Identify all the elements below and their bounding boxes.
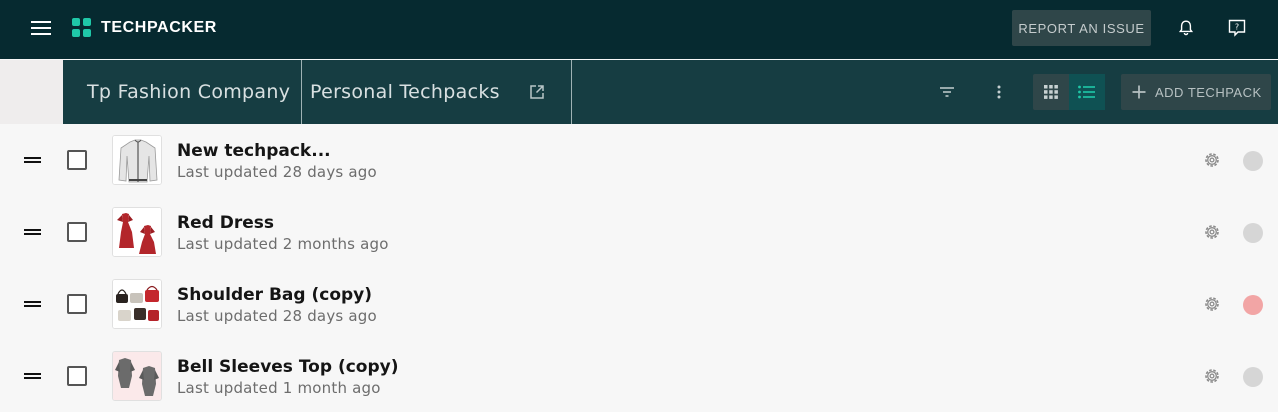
techpack-row[interactable]: Red Dress Last updated 2 months ago	[0, 196, 1278, 268]
plus-icon	[1131, 84, 1147, 100]
list-view-icon[interactable]	[1069, 74, 1105, 110]
breadcrumb-company[interactable]: Tp Fashion Company	[87, 60, 290, 124]
subbar-corner	[0, 60, 63, 124]
help-feedback-icon[interactable]: ?	[1227, 18, 1247, 38]
drag-handle-icon[interactable]	[24, 301, 41, 307]
breadcrumb-end-divider	[571, 60, 572, 124]
settings-gear-icon[interactable]	[1202, 222, 1222, 242]
techpack-row[interactable]: Shoulder Bag (copy) Last updated 28 days…	[0, 268, 1278, 340]
techpack-updated: Last updated 28 days ago	[177, 307, 377, 325]
more-options-icon[interactable]	[989, 82, 1009, 102]
breadcrumb-section[interactable]: Personal Techpacks	[310, 60, 500, 124]
jacket-thumbnail[interactable]	[112, 135, 162, 185]
techpack-title[interactable]: Shoulder Bag (copy)	[177, 285, 372, 305]
bag-thumbnail[interactable]	[112, 279, 162, 329]
status-indicator[interactable]	[1243, 151, 1263, 171]
brand-logo[interactable]: TECHPACKER	[72, 17, 217, 39]
row-checkbox[interactable]	[67, 366, 87, 386]
breadcrumb-divider	[301, 60, 302, 124]
techpack-row[interactable]: Bell Sleeves Top (copy) Last updated 1 m…	[0, 340, 1278, 412]
drag-handle-icon[interactable]	[24, 157, 41, 163]
row-checkbox[interactable]	[67, 222, 87, 242]
status-indicator[interactable]	[1243, 295, 1263, 315]
techpack-row[interactable]: New techpack... Last updated 28 days ago	[0, 124, 1278, 196]
settings-gear-icon[interactable]	[1202, 150, 1222, 170]
techpack-title[interactable]: Red Dress	[177, 213, 274, 233]
grid-view-icon[interactable]	[1033, 74, 1069, 110]
settings-gear-icon[interactable]	[1202, 294, 1222, 314]
settings-gear-icon[interactable]	[1202, 366, 1222, 386]
notifications-bell-icon[interactable]	[1176, 18, 1196, 38]
techpack-title[interactable]: Bell Sleeves Top (copy)	[177, 357, 399, 377]
row-checkbox[interactable]	[67, 294, 87, 314]
filter-icon[interactable]	[937, 82, 957, 102]
logo-mark-icon	[72, 18, 92, 38]
techpack-updated: Last updated 1 month ago	[177, 379, 381, 397]
row-checkbox[interactable]	[67, 150, 87, 170]
drag-handle-icon[interactable]	[24, 373, 41, 379]
techpack-updated: Last updated 28 days ago	[177, 163, 377, 181]
brand-name: TECHPACKER	[101, 19, 217, 36]
top-thumbnail[interactable]	[112, 351, 162, 401]
view-toggle	[1033, 74, 1105, 110]
report-issue-button[interactable]: REPORT AN ISSUE	[1012, 10, 1151, 46]
add-techpack-button[interactable]: ADD TECHPACK	[1121, 74, 1271, 110]
hamburger-menu-icon[interactable]	[31, 21, 51, 36]
status-indicator[interactable]	[1243, 367, 1263, 387]
techpack-title[interactable]: New techpack...	[177, 141, 331, 161]
add-techpack-label: ADD TECHPACK	[1155, 84, 1262, 100]
dress-thumbnail[interactable]	[112, 207, 162, 257]
techpack-updated: Last updated 2 months ago	[177, 235, 389, 253]
drag-handle-icon[interactable]	[24, 229, 41, 235]
svg-text:?: ?	[1235, 23, 1239, 32]
open-external-icon[interactable]	[528, 83, 546, 101]
status-indicator[interactable]	[1243, 223, 1263, 243]
